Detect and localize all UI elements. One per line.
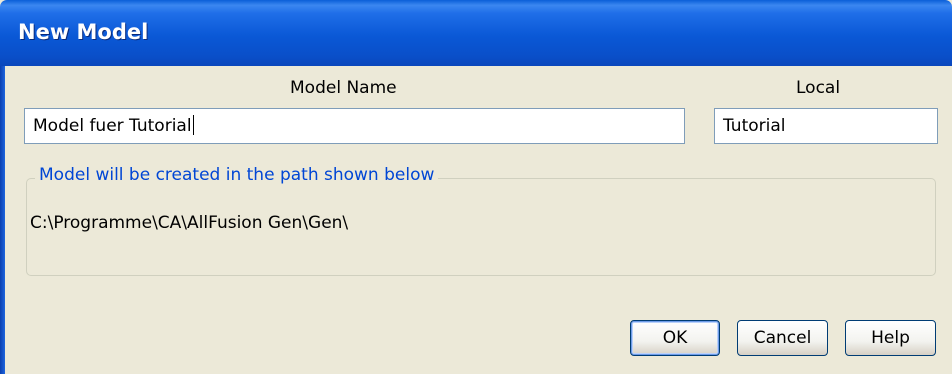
model-name-input[interactable]: Model fuer Tutorial [24, 108, 685, 144]
model-name-value: Model fuer Tutorial [33, 116, 192, 136]
local-input[interactable]: Tutorial [714, 108, 938, 144]
text-caret [192, 115, 194, 135]
local-label: Local [796, 78, 841, 98]
title-bar[interactable]: New Model [0, 0, 952, 66]
window-title: New Model [18, 20, 149, 44]
model-path-text: C:\Programme\CA\AllFusion Gen\Gen\ [30, 213, 349, 233]
ok-button[interactable]: OK [630, 320, 720, 356]
path-groupbox-legend: Model will be created in the path shown … [35, 165, 439, 185]
help-button[interactable]: Help [845, 320, 936, 356]
cancel-button[interactable]: Cancel [737, 320, 828, 356]
model-name-label: Model Name [290, 78, 397, 98]
window-frame-left [0, 66, 5, 374]
